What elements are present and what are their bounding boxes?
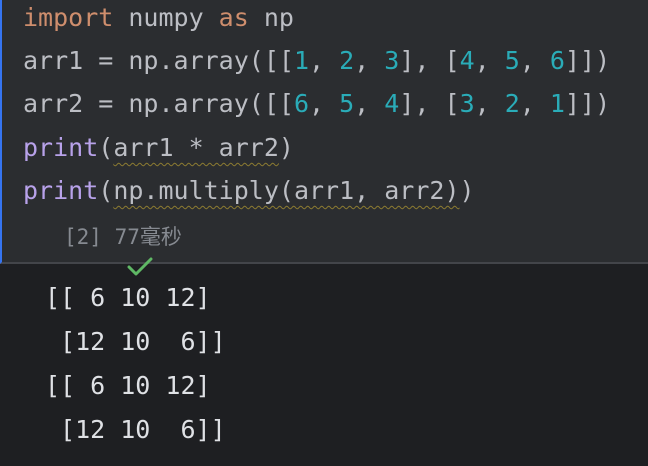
number-literal: 4 <box>459 46 475 75</box>
print-function: print <box>23 133 99 162</box>
notebook-view: import numpy as np arr1 = np.array([[1, … <box>0 0 648 466</box>
execution-duration: 77毫秒 <box>114 225 182 249</box>
separator: , <box>474 89 505 118</box>
open-paren: ( <box>98 176 114 205</box>
number-literal: 2 <box>339 46 355 75</box>
separator: , <box>309 46 340 75</box>
keyword-as: as <box>218 3 249 32</box>
number-literal: 1 <box>293 46 309 75</box>
number-literal: 5 <box>339 89 355 118</box>
close-paren: ) <box>278 133 294 162</box>
output-line: [12 10 6]] <box>45 415 226 444</box>
separator: , <box>519 46 550 75</box>
separator: , <box>354 46 385 75</box>
execution-status: [2] 77毫秒 <box>26 222 182 276</box>
number-literal: 3 <box>459 89 475 118</box>
close-paren: ) <box>459 176 475 205</box>
keyword-import: import <box>23 3 114 32</box>
code-line-print-product[interactable]: print(arr1 * arr2) <box>23 131 294 165</box>
output-line: [12 10 6]] <box>45 327 226 356</box>
closing-brackets: ]]) <box>564 89 611 118</box>
code-cell[interactable]: import numpy as np arr1 = np.array([[1, … <box>0 0 648 276</box>
number-literal: 6 <box>293 89 309 118</box>
bracket-separator: ], [ <box>399 89 460 118</box>
separator: , <box>309 89 340 118</box>
print-function: print <box>23 176 99 205</box>
multiply-expression: np.multiply(arr1, arr2) <box>113 176 460 205</box>
code-line-arr2[interactable]: arr2 = np.array([[6, 5, 4], [3, 2, 1]]) <box>23 87 610 121</box>
separator: , <box>354 89 385 118</box>
check-icon <box>26 226 153 276</box>
number-literal: 1 <box>549 89 565 118</box>
module-alias: np <box>248 3 294 32</box>
code-line-import[interactable]: import numpy as np <box>23 1 294 35</box>
number-literal: 5 <box>504 46 520 75</box>
number-literal: 2 <box>504 89 520 118</box>
number-literal: 6 <box>549 46 565 75</box>
execution-count: [2] <box>64 225 102 249</box>
open-paren: ( <box>98 133 114 162</box>
output-line: [[ 6 10 12] <box>45 283 211 312</box>
code-line-arr1[interactable]: arr1 = np.array([[1, 2, 3], [4, 5, 6]]) <box>23 44 610 78</box>
number-literal: 4 <box>384 89 400 118</box>
module-name: numpy <box>113 3 219 32</box>
cell-output: [[ 6 10 12] [12 10 6]] [[ 6 10 12] [12 1… <box>45 276 226 452</box>
arr1-assignment: arr1 = np.array([[ <box>23 46 294 75</box>
output-line: [[ 6 10 12] <box>45 371 211 400</box>
number-literal: 3 <box>384 46 400 75</box>
bracket-separator: ], [ <box>399 46 460 75</box>
arr2-assignment: arr2 = np.array([[ <box>23 89 294 118</box>
separator: , <box>519 89 550 118</box>
product-expression: arr1 * arr2 <box>113 133 279 162</box>
code-line-print-multiply[interactable]: print(np.multiply(arr1, arr2)) <box>23 174 475 208</box>
separator: , <box>474 46 505 75</box>
closing-brackets: ]]) <box>564 46 611 75</box>
